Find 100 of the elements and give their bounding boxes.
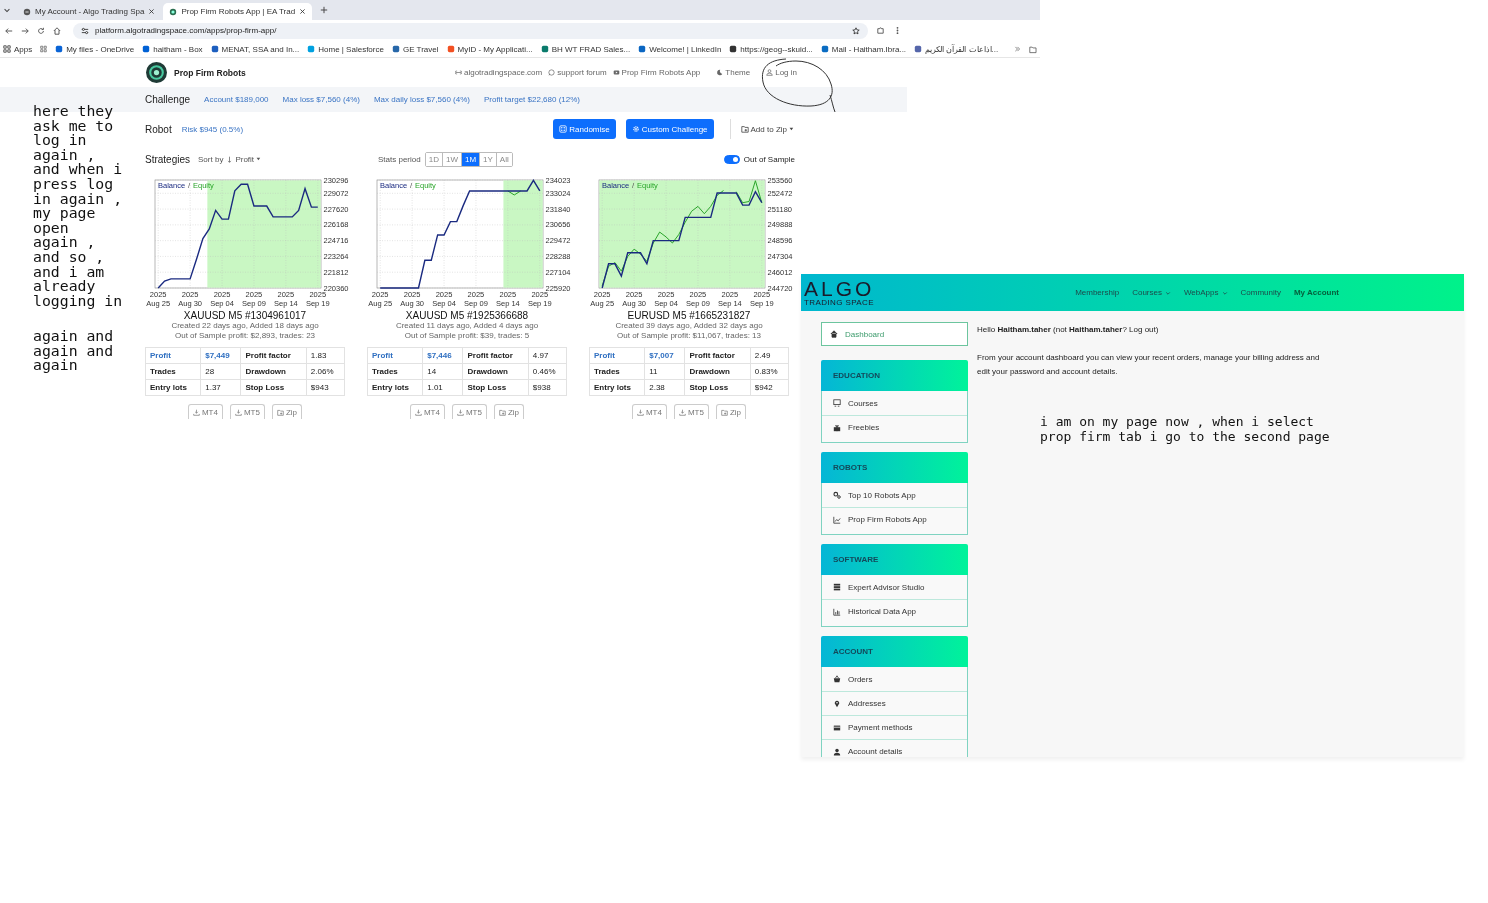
folder-icon [498, 409, 506, 416]
table-cell: Trades [589, 363, 645, 380]
nav-link[interactable]: My Account [1293, 288, 1339, 297]
bookmark[interactable]: Welcome! | LinkedIn [638, 44, 722, 54]
sidebar-item[interactable]: Top 10 Robots App [822, 483, 967, 507]
sidebar-item[interactable]: Orders [822, 667, 967, 691]
bookmark[interactable]: MyID - My Applicati... [446, 44, 533, 54]
sidebar-item[interactable]: Prop Firm Robots App [822, 507, 967, 531]
download-button[interactable]: MT4 [409, 404, 445, 419]
download-button[interactable]: MT5 [451, 404, 487, 419]
sort-down-icon [226, 155, 234, 163]
site-icon [540, 45, 549, 53]
download-icon [192, 409, 200, 416]
sidebar-item[interactable]: Account details [822, 739, 967, 757]
challenge-link[interactable]: Max daily loss $7,560 (4%) [373, 95, 470, 104]
table-cell: Trades [367, 363, 423, 380]
basket-icon [833, 675, 841, 683]
sidebar-item[interactable]: Expert Advisor Studio [822, 575, 967, 599]
period-tab[interactable]: 1Y [479, 152, 496, 166]
sidebar-item[interactable]: Dashboard [821, 322, 968, 346]
sidebar-item[interactable]: Freebies [822, 415, 967, 439]
bookmark[interactable]: MENAT, SSA and In... [210, 44, 300, 54]
chat-icon [548, 69, 556, 76]
toggle-switch[interactable] [723, 154, 740, 164]
primary-button[interactable]: Randomise [553, 119, 616, 139]
browser-tab[interactable]: My Account - Algo Trading Spa [17, 3, 162, 20]
server-icon [833, 583, 841, 591]
more-bookmarks-icon [1014, 45, 1022, 53]
table-cell: 2.38 [644, 379, 685, 396]
logout-link[interactable]: Log out [1129, 325, 1156, 334]
line-chart-icon [833, 515, 841, 524]
sidebar-item[interactable]: Courses [822, 391, 967, 415]
bookmark[interactable]: haitham - Box [142, 44, 203, 54]
challenge-link[interactable]: Account $189,000 [204, 95, 269, 104]
table-cell: 28 [200, 363, 241, 380]
sidebar-item[interactable]: Historical Data App [822, 599, 967, 623]
download-button[interactable]: MT4 [631, 404, 667, 419]
video-icon [612, 69, 620, 76]
period-tab[interactable]: 1D [425, 152, 442, 166]
challenge-link[interactable]: Profit target $22,680 (12%) [483, 95, 581, 104]
download-button[interactable]: Zip [715, 404, 747, 419]
table-cell: Drawdown [463, 363, 529, 380]
folder-icon [720, 409, 728, 416]
section-label: Strategies [145, 153, 191, 165]
strategy-dates: Created 11 days ago, Added 4 days ago [394, 321, 540, 331]
download-button[interactable]: Zip [493, 404, 525, 419]
site-icon [142, 45, 151, 53]
strategy-summary: Out of Sample profit: $39, trades: 5 [403, 331, 531, 341]
nav-link[interactable]: support forum [548, 68, 607, 77]
bookmark[interactable]: Apps [3, 44, 33, 54]
challenge-link[interactable]: Max loss $7,560 (4%) [282, 95, 360, 104]
bookmark[interactable]: https://geog--skuid... [729, 44, 813, 54]
bookmark[interactable]: My files - OneDrive [55, 44, 135, 54]
user-icon [766, 69, 774, 76]
primary-button[interactable]: Custom Challenge [625, 119, 714, 139]
site-logo[interactable]: ALGO TRADING SPACE [804, 278, 875, 307]
nav-link[interactable]: algotradingspace.com [454, 68, 543, 77]
period-tab[interactable]: 1M [460, 152, 480, 166]
sidebar-item[interactable]: Addresses [822, 691, 967, 715]
nav-link[interactable]: Theme [716, 68, 751, 77]
bookmark[interactable]: GE Travel [391, 44, 439, 54]
section-label: Robot [145, 123, 172, 135]
nav-link[interactable]: Community [1240, 288, 1281, 297]
nav-link[interactable]: WebApps [1183, 288, 1228, 297]
period-tab[interactable]: 1W [441, 152, 461, 166]
sidebar-item[interactable]: Payment methods [822, 715, 967, 739]
download-button[interactable]: MT5 [229, 404, 265, 419]
download-button[interactable]: Zip [271, 404, 303, 419]
table-cell: 2.06% [306, 363, 345, 380]
browser-tab[interactable]: Prop Firm Robots App | EA Trad [163, 3, 313, 20]
site-info-icon [81, 26, 89, 35]
sort-label: Sort by [198, 154, 224, 164]
gift-icon [833, 423, 841, 432]
download-button[interactable]: MT4 [187, 404, 223, 419]
table-cell: Stop Loss [241, 379, 307, 396]
download-icon [456, 409, 464, 416]
sort-dropdown[interactable]: Profit [226, 154, 263, 164]
nav-link[interactable]: Courses [1132, 288, 1171, 297]
risk-link[interactable]: Risk $945 (0.5%) [181, 124, 244, 134]
bookmark[interactable]: Mail - Haitham.Ibra... [820, 44, 907, 54]
annotation-text: here they ask me to log in again , and when i press log in again , my page open again , and so , and i am already logging in [33, 104, 123, 309]
nav-link[interactable]: Log in [766, 68, 797, 77]
bookmark[interactable]: اذاعات القرآن الكريم... [914, 44, 999, 54]
credit-card-icon [833, 723, 841, 732]
download-button[interactable]: MT5 [673, 404, 709, 419]
bookmark[interactable]: BH WT FRAD Sales... [540, 44, 631, 54]
add-to-zip-button[interactable]: Add to Zip [740, 124, 795, 134]
extensions-icon [876, 26, 885, 35]
table-cell: Drawdown [685, 363, 751, 380]
table-cell: 4.97 [528, 347, 567, 364]
table-cell: Stop Loss [463, 379, 529, 396]
strategy-dates: Created 39 days ago, Added 32 days ago [614, 321, 764, 331]
caret-icon [789, 126, 795, 132]
download-icon [234, 409, 242, 416]
nav-link[interactable]: Membership [1075, 288, 1120, 297]
bookmark[interactable]: Home | Salesforce [307, 44, 384, 54]
app-title: Prop Firm Robots [174, 67, 246, 78]
download-icon [636, 409, 644, 416]
nav-link[interactable]: Prop Firm Robots App [612, 68, 701, 77]
address-bar[interactable]: platform.algotradingspace.com/apps/prop-firm-app/ [73, 22, 868, 39]
